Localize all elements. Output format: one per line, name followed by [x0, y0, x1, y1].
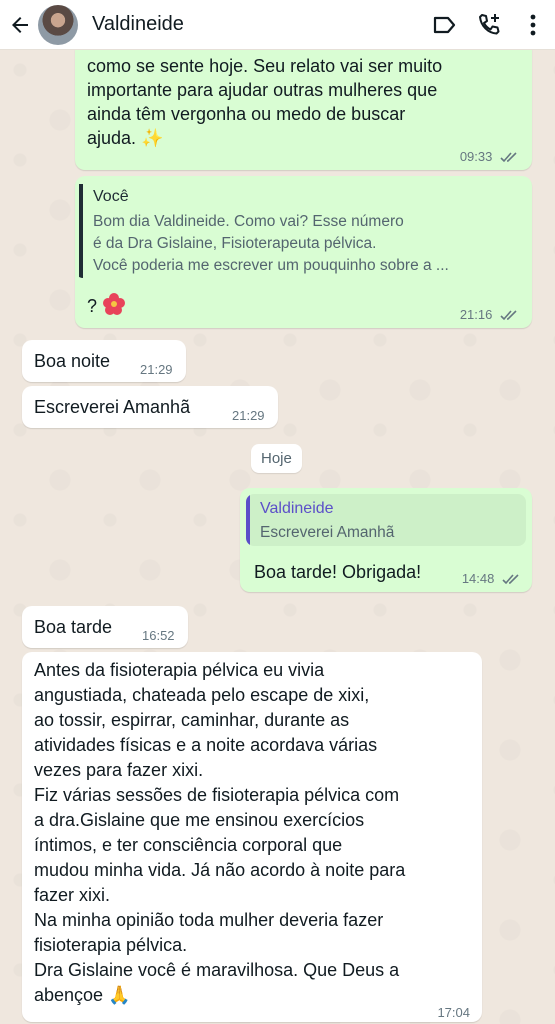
quote-line: Você poderia me escrever um pouquinho so… — [93, 257, 449, 274]
quote-line: Bom dia Valdineide. Como vai? Esse númer… — [93, 213, 404, 230]
back-arrow-icon — [12, 16, 28, 33]
quote-bar — [79, 184, 83, 278]
message-line: Na minha opinião toda mulher deveria faz… — [34, 910, 384, 930]
message-incoming[interactable]: Escreverei Amanhã 21:29 — [22, 386, 278, 428]
message-line: ainda têm vergonha ou medo de buscar — [87, 104, 406, 124]
message-time: 16:52 — [142, 628, 175, 643]
quote-bar — [246, 494, 250, 546]
quote-author: Você — [93, 188, 129, 205]
message-incoming[interactable]: Boa noite 21:29 — [22, 340, 186, 382]
message-time: 17:04 — [437, 1005, 470, 1020]
read-ticks-icon — [500, 152, 517, 163]
message-text: Boa tarde — [34, 617, 113, 637]
date-divider: Hoje — [251, 444, 302, 473]
message-text: Boa tarde! Obrigada! — [254, 562, 422, 582]
message-line: mudou minha vida. Já não acordo à noite … — [34, 860, 406, 880]
message-line: ajuda. ✨ — [87, 128, 164, 148]
quote-line: Escreverei Amanhã — [260, 524, 395, 541]
quote-line: é da Dra Gislaine, Fisioterapeuta pélvic… — [93, 235, 377, 252]
chat-header: Valdineide — [0, 0, 555, 50]
message-line: vezes para fazer xixi. — [34, 760, 204, 780]
add-call-button[interactable] — [467, 0, 511, 50]
message-line: Dra Gislaine você é maravilhosa. Que Deu… — [34, 960, 400, 980]
message-text: Boa noite — [34, 351, 111, 371]
add-call-icon — [479, 13, 500, 34]
message-line: ao tossir, espirrar, caminhar, durante a… — [34, 710, 350, 730]
message-line: Fiz várias sessões de fisioterapia pélvi… — [34, 785, 400, 805]
video-call-button[interactable] — [423, 0, 467, 50]
message-incoming[interactable]: Antes da fisioterapia pélvica eu vivia a… — [22, 652, 482, 1022]
video-call-icon — [433, 16, 456, 33]
message-line: angustiada, chateada pelo escape de xixi… — [34, 685, 370, 705]
message-line: atividades físicas e a noite acordava vá… — [34, 735, 378, 755]
message-outgoing[interactable]: como se sente hoje. Seu relato vai ser m… — [75, 50, 532, 170]
contact-name[interactable]: Valdineide — [92, 13, 423, 36]
message-line: Antes da fisioterapia pélvica eu vivia — [34, 660, 325, 680]
more-options-button[interactable] — [511, 0, 555, 50]
message-time: 09:33 — [459, 149, 493, 164]
message-time: 21:29 — [140, 362, 173, 377]
message-line: fazer xixi. — [34, 885, 111, 905]
read-ticks-icon — [500, 310, 517, 321]
message-time: 21:16 — [459, 307, 493, 322]
message-outgoing[interactable]: Valdineide Escreverei Amanhã Boa tarde! … — [240, 488, 532, 592]
read-ticks-icon — [502, 574, 519, 585]
message-line: como se sente hoje. Seu relato vai ser m… — [87, 56, 443, 76]
chat-area[interactable]: como se sente hoje. Seu relato vai ser m… — [0, 50, 555, 1024]
quote-author: Valdineide — [260, 500, 334, 517]
more-vert-icon — [530, 14, 536, 35]
message-line: a dra.Gislaine que me ensinou exercícios — [34, 810, 365, 830]
message-line: fisioterapia pélvica. — [34, 935, 188, 955]
message-outgoing[interactable]: Você Bom dia Valdineide. Como vai? Esse … — [75, 176, 532, 328]
message-incoming[interactable]: Boa tarde 16:52 — [22, 606, 188, 648]
quoted-message[interactable]: Você Bom dia Valdineide. Como vai? Esse … — [75, 176, 532, 278]
message-line: abençoe 🙏 — [34, 985, 131, 1005]
message-text: ? — [87, 296, 98, 316]
message-time: 14:48 — [461, 571, 495, 586]
back-button[interactable] — [2, 0, 38, 50]
message-time: 21:29 — [232, 408, 265, 423]
avatar[interactable] — [38, 4, 78, 45]
hibiscus-icon — [103, 293, 126, 315]
message-line: íntimos, e ter consciência corporal que — [34, 835, 343, 855]
message-line: importante para ajudar outras mulheres q… — [87, 80, 438, 100]
message-text: Escreverei Amanhã — [34, 397, 191, 417]
quoted-message[interactable]: Valdineide Escreverei Amanhã — [246, 494, 526, 546]
